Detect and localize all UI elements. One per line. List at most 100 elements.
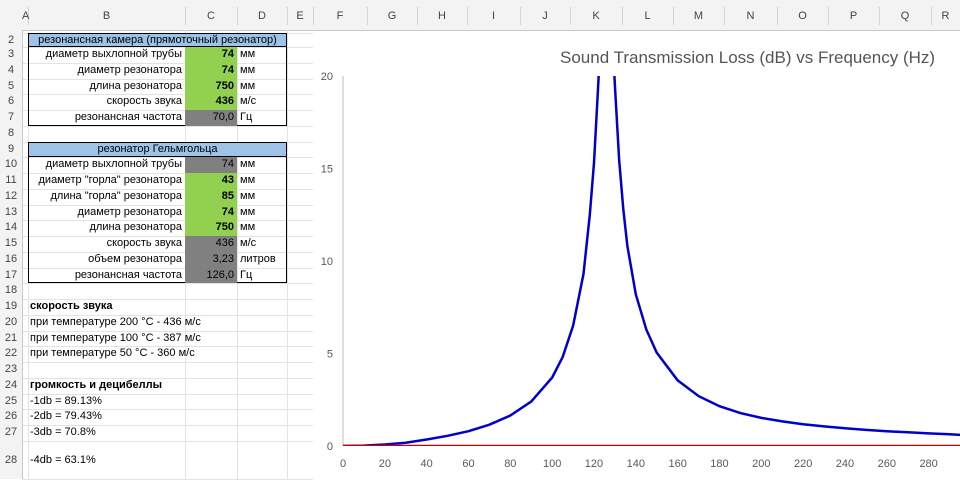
column-header-q[interactable]: Q [879,7,932,25]
column-header-n[interactable]: N [724,7,778,25]
row-header-23[interactable]: 23 [0,362,23,378]
resonance-chamber-value[interactable]: 74 [185,47,237,63]
helmholtz-value[interactable]: 43 [185,173,237,189]
y-tick-label: 5 [327,349,333,361]
row-header-24[interactable]: 24 [0,377,23,394]
resonance-chamber-unit: Гц [240,111,253,123]
loudness-heading: громкость и децибеллы [30,378,162,391]
sound-speed-line: при температуре 100 °С - 387 м/с [30,331,201,344]
loudness-line: -4db = 63.1% [30,453,96,466]
row-header-4[interactable]: 4 [0,62,23,79]
helmholtz-value[interactable]: 85 [185,188,237,205]
row-header-13[interactable]: 13 [0,204,23,221]
column-header-o[interactable]: O [777,7,829,25]
row-header-12[interactable]: 12 [0,188,23,205]
row-header-3[interactable]: 3 [0,47,23,63]
sound-speed-line: при температуре 200 °С - 436 м/с [30,315,201,328]
helmholtz-unit: мм [240,189,256,202]
row-header-2[interactable]: 2 [0,33,23,47]
sound-loss-chart[interactable]: 051015200 20 40 60 80 100 120 140 160 180 200 220 24… [313,30,960,479]
gridline-row [22,125,313,127]
resonance-chamber-label: длина резонатора [89,79,182,92]
column-header-b[interactable]: B [28,7,186,25]
sound-speed-heading: скорость звука [30,300,113,312]
row-header-21[interactable]: 21 [0,330,23,347]
row-header-26[interactable]: 26 [0,409,23,425]
x-tick-label: 260 [878,458,896,470]
row-header-27[interactable]: 27 [0,425,23,441]
row-header-17[interactable]: 17 [0,267,23,284]
resonance-chamber-value[interactable]: 750 [185,78,237,95]
row-header-5[interactable]: 5 [0,78,23,95]
column-header-d[interactable]: D [237,7,288,25]
column-header-l[interactable]: L [622,7,674,25]
x-tick-label: 100 [543,458,561,470]
row-header-19[interactable]: 19 [0,299,23,315]
gridline-row [22,283,313,285]
row-header-8[interactable]: 8 [0,125,23,142]
resonance-chamber-value[interactable]: 70,0 [185,110,237,126]
column-header-p[interactable]: P [828,7,880,25]
helmholtz-value[interactable]: 74 [185,204,237,221]
column-header-e[interactable]: E [287,7,314,25]
helmholtz-label: объем резонатора [88,252,182,265]
y-tick-label: 20 [321,71,333,83]
x-tick-label: 0 [340,458,346,470]
helmholtz-value[interactable]: 436 [185,236,237,252]
resonance-chamber-title: резонансная камера (прямоточный резонато… [28,33,287,47]
x-tick-label: 120 [585,458,603,470]
resonance-chamber-value[interactable]: 74 [185,62,237,79]
column-header-i[interactable]: I [467,7,521,25]
row-header-7[interactable]: 7 [0,110,23,126]
row-header-16[interactable]: 16 [0,251,23,268]
resonance-chamber-unit: мм [240,79,256,92]
column-header-g[interactable]: G [367,7,418,25]
resonance-chamber-unit: м/с [240,95,257,108]
column-header-m[interactable]: M [673,7,725,25]
x-tick-label: 200 [752,458,770,470]
row-header-15[interactable]: 15 [0,236,23,252]
helmholtz-unit: м/с [240,237,257,249]
x-tick-label: 280 [919,458,937,470]
x-tick-label: 220 [794,458,812,470]
column-header-h[interactable]: H [417,7,468,25]
helmholtz-unit: мм [240,205,256,218]
column-header-c[interactable]: C [185,7,238,25]
column-header-f[interactable]: F [313,7,368,25]
row-header-14[interactable]: 14 [0,220,23,236]
row-header-22[interactable]: 22 [0,346,23,362]
helmholtz-value[interactable]: 750 [185,220,237,236]
row-header-6[interactable]: 6 [0,94,23,110]
x-tick-label: 80 [504,458,516,470]
helmholtz-unit: мм [240,174,256,186]
sound-speed-line: при температуре 50 °С - 360 м/с [30,347,195,360]
transmission-loss-series [343,76,960,446]
row-header-10[interactable]: 10 [0,157,23,173]
row-header-20[interactable]: 20 [0,314,23,331]
y-tick-label: 10 [321,256,333,268]
helmholtz-unit: Гц [240,268,253,281]
helmholtz-label: диаметр выхлопной трубы [45,158,182,171]
column-header-j[interactable]: J [520,7,571,25]
helmholtz-unit: мм [240,221,256,234]
resonance-chamber-value[interactable]: 436 [185,94,237,110]
row-header-18[interactable]: 18 [0,283,23,299]
x-tick-label: 40 [421,458,433,470]
helmholtz-unit: мм [240,158,256,171]
x-tick-label: 60 [462,458,474,470]
helmholtz-value[interactable]: 126,0 [185,267,237,284]
row-header-25[interactable]: 25 [0,393,23,410]
x-tick-label: 140 [627,458,645,470]
row-header-9[interactable]: 9 [0,141,23,158]
column-header-k[interactable]: K [570,7,623,25]
y-tick-label: 0 [327,441,333,453]
resonance-chamber-unit: мм [240,63,256,76]
resonance-chamber-label: диаметр выхлопной трубы [45,48,182,60]
helmholtz-label: резонансная частота [74,268,182,281]
row-header-11[interactable]: 11 [0,173,23,189]
column-header-r[interactable]: R [931,7,960,25]
helmholtz-value[interactable]: 74 [185,157,237,173]
row-header-28[interactable]: 28 [0,440,23,479]
helmholtz-value[interactable]: 3,23 [185,251,237,268]
loudness-line: -3db = 70.8% [30,426,96,438]
